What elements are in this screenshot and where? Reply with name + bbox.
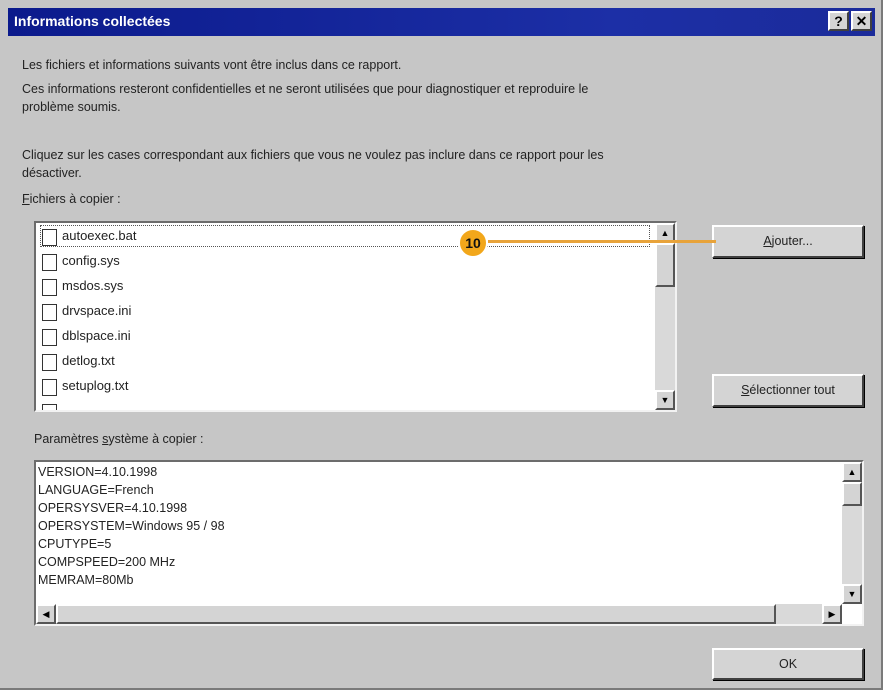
select-all-button[interactable]: Sélectionner tout: [712, 374, 864, 407]
close-icon: ✕: [855, 13, 868, 29]
file-row-partial[interactable]: [40, 400, 650, 410]
system-line: OPERSYSVER=4.10.1998: [38, 501, 188, 515]
file-name: config.sys: [62, 253, 120, 268]
file-name: detlog.txt: [62, 353, 115, 368]
file-row[interactable]: drvspace.ini: [40, 300, 650, 322]
select-all-label: électionner tout: [749, 383, 835, 397]
window-title: Informations collectées: [14, 13, 171, 29]
scroll-up-button[interactable]: ▲: [842, 462, 862, 482]
file-checkbox[interactable]: [42, 229, 57, 246]
scroll-thumb[interactable]: [56, 604, 776, 624]
file-checkbox[interactable]: [42, 379, 57, 396]
system-line: OPERSYSTEM=Windows 95 / 98: [38, 519, 225, 533]
ok-button[interactable]: OK: [712, 648, 864, 680]
files-listbox[interactable]: autoexec.bat config.sys msdos.sys drvspa…: [34, 221, 677, 412]
arrow-up-icon: ▲: [660, 228, 670, 238]
intro-line-3b: désactiver.: [22, 166, 82, 180]
system-line: COMPSPEED=200 MHz: [38, 555, 176, 569]
add-button[interactable]: Ajouter...: [712, 225, 864, 258]
dialog-window: Informations collectées ? ✕ Les fichiers…: [0, 0, 883, 690]
title-bar[interactable]: Informations collectées ? ✕: [8, 8, 875, 36]
file-checkbox[interactable]: [42, 329, 57, 346]
file-checkbox[interactable]: [42, 354, 57, 371]
file-name: msdos.sys: [62, 278, 124, 293]
scroll-down-button[interactable]: ▼: [655, 390, 675, 410]
file-row[interactable]: detlog.txt: [40, 350, 650, 372]
intro-line-2a: Ces informations resteront confidentiell…: [22, 82, 589, 96]
system-line: LANGUAGE=French: [38, 483, 154, 497]
scroll-down-button[interactable]: ▼: [842, 584, 862, 604]
scroll-thumb[interactable]: [842, 482, 862, 506]
file-checkbox[interactable]: [42, 254, 57, 271]
files-label-mnemonic: F: [22, 192, 30, 206]
system-label-after: ystème à copier :: [108, 432, 204, 446]
arrow-up-icon: ▲: [847, 467, 857, 477]
system-line: CPUTYPE=5: [38, 537, 112, 551]
close-button[interactable]: ✕: [851, 11, 872, 31]
add-button-label: jouter...: [771, 234, 813, 248]
system-settings-box[interactable]: VERSION=4.10.1998 LANGUAGE=French OPERSY…: [34, 460, 864, 626]
file-name: drvspace.ini: [62, 303, 132, 318]
intro-line-2b: problème soumis.: [22, 100, 121, 114]
file-row[interactable]: config.sys: [40, 250, 650, 272]
file-name: dblspace.ini: [62, 328, 131, 343]
file-checkbox[interactable]: [42, 404, 57, 410]
file-checkbox[interactable]: [42, 304, 57, 321]
system-label: Paramètres système à copier :: [34, 430, 204, 448]
file-row[interactable]: setuplog.txt: [40, 375, 650, 397]
scroll-thumb[interactable]: [655, 243, 675, 287]
callout-marker: 10: [458, 228, 488, 258]
arrow-right-icon: ▶: [828, 609, 836, 619]
add-button-mnemonic: A: [763, 234, 772, 248]
file-name: autoexec.bat: [62, 228, 137, 243]
file-row[interactable]: autoexec.bat: [40, 225, 650, 247]
scroll-left-button[interactable]: ◀: [36, 604, 56, 624]
system-horizontal-scrollbar[interactable]: ◀ ▶: [36, 604, 842, 624]
question-mark-icon: ?: [834, 13, 843, 29]
intro-line-1: Les fichiers et informations suivants vo…: [22, 58, 402, 72]
callout-number: 10: [465, 235, 481, 251]
help-button[interactable]: ?: [828, 11, 849, 31]
files-label-rest: ichiers à copier :: [29, 192, 121, 206]
scroll-right-button[interactable]: ▶: [822, 604, 842, 624]
intro-line-3a: Cliquez sur les cases correspondant aux …: [22, 148, 604, 162]
arrow-left-icon: ◀: [42, 609, 50, 619]
file-row[interactable]: msdos.sys: [40, 275, 650, 297]
callout-line: [488, 240, 716, 243]
system-line: VERSION=4.10.1998: [38, 465, 158, 479]
files-vertical-scrollbar[interactable]: ▲ ▼: [655, 223, 675, 410]
file-checkbox[interactable]: [42, 279, 57, 296]
ok-button-label: OK: [778, 657, 798, 671]
system-vertical-scrollbar[interactable]: ▲ ▼: [842, 462, 862, 604]
arrow-down-icon: ▼: [847, 589, 857, 599]
file-row[interactable]: dblspace.ini: [40, 325, 650, 347]
system-label-before: Paramètres: [34, 432, 103, 446]
system-line: MEMRAM=80Mb: [38, 573, 134, 587]
files-label: Fichiers à copier :: [22, 190, 121, 208]
file-name: setuplog.txt: [62, 378, 129, 393]
arrow-down-icon: ▼: [660, 395, 670, 405]
